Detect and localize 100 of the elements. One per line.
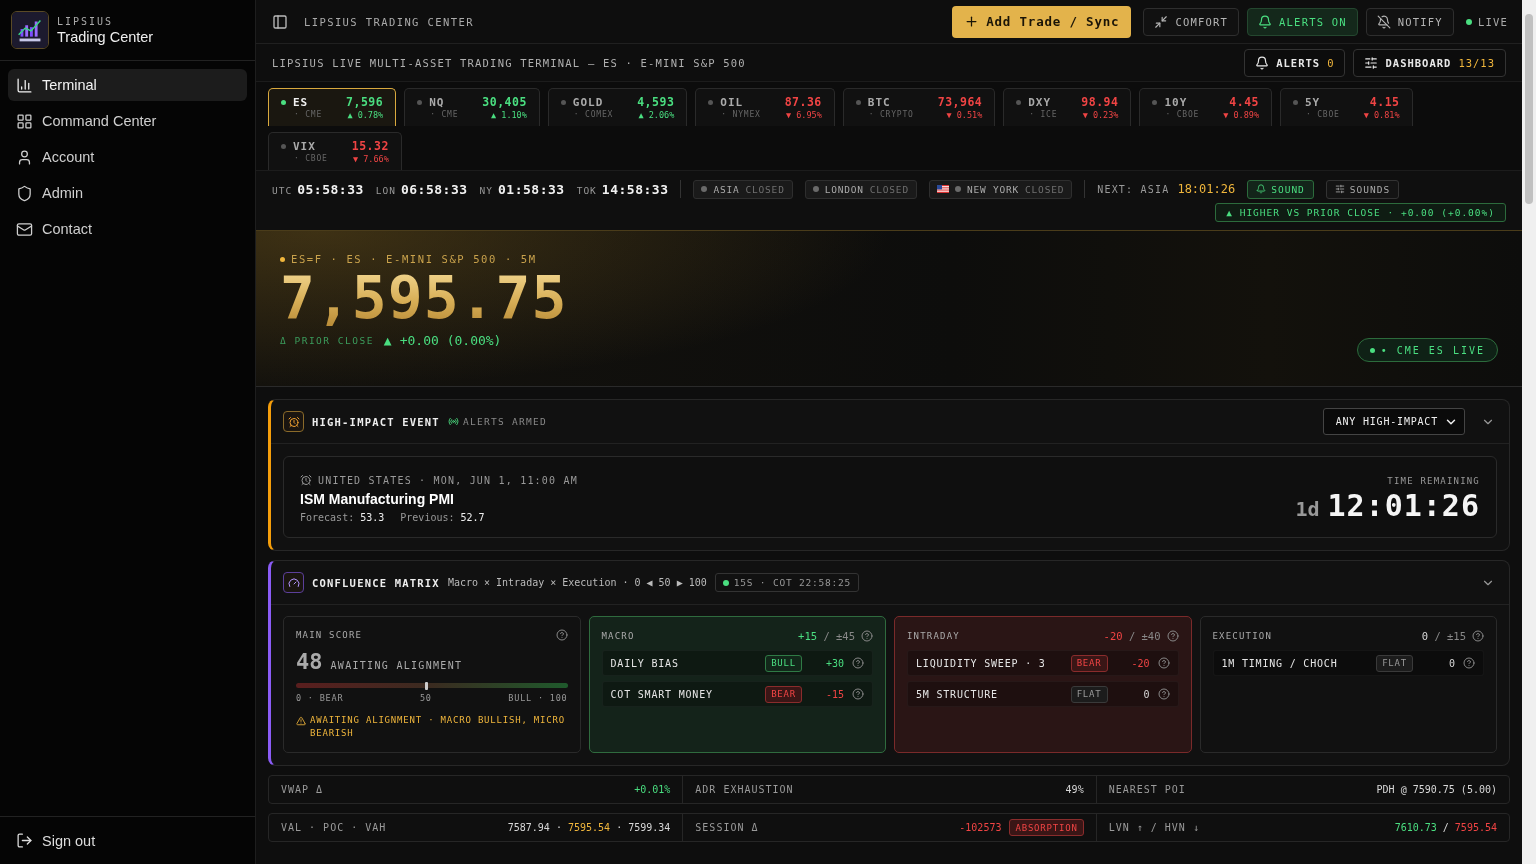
help-icon[interactable]	[852, 657, 864, 669]
nav-item[interactable]: Account	[8, 141, 247, 173]
sound-button[interactable]: SOUND	[1247, 179, 1314, 199]
help-icon[interactable]	[1463, 657, 1475, 669]
app-title: LIPSIUS TRADING CENTER	[304, 15, 475, 28]
nav-item[interactable]: Admin	[8, 177, 247, 209]
score-status: AWAITING ALIGNMENT	[330, 659, 463, 671]
toggle-button[interactable]: NOTIFY	[1365, 7, 1454, 36]
next-session-countdown: 18:01:26	[1177, 182, 1236, 196]
bias-tag: FLAT	[1376, 654, 1413, 672]
ticker-tab[interactable]: 10Y · CBOE 4.45 ▼ 0.89%	[1139, 88, 1272, 126]
metric-value: 49%	[1065, 784, 1084, 795]
help-icon[interactable]	[555, 629, 568, 642]
ticker-tab[interactable]: DXY · ICE 98.94 ▼ 0.23%	[1003, 88, 1132, 126]
ticker-tab[interactable]: OIL · NYMEX 87.36 ▼ 6.95%	[695, 88, 835, 126]
user-icon	[16, 148, 33, 166]
instrument-label: ES=F · ES · E-MINI S&P 500 · 5M	[280, 253, 568, 265]
up-arrow: ▲	[383, 333, 392, 348]
metric-label: VAL · POC · VAH	[281, 822, 388, 833]
bias-tag: BEAR	[1070, 654, 1108, 672]
bias-tag: FLAT	[1070, 685, 1108, 703]
ticker-tab[interactable]: VIX · CBOE 15.32 ▼ 7.66%	[268, 132, 402, 170]
brand-name: Trading Center	[57, 28, 154, 45]
metric-value: -102573	[959, 822, 1002, 833]
help-icon[interactable]	[1166, 630, 1179, 642]
bell-off-icon	[1376, 14, 1391, 29]
time-remaining-label: TIME REMAINING	[1387, 476, 1480, 486]
help-icon[interactable]	[1157, 688, 1170, 700]
matrix-subtitle: Macro × Intraday × Execution · 0 ◀ 50 ▶ 100	[447, 577, 707, 588]
bell-icon	[1258, 14, 1273, 29]
panel-score: +15 / ±45	[798, 630, 855, 642]
ticker-tab[interactable]: NQ · CME 30,405 ▲ 1.10%	[404, 88, 540, 126]
event-filter-dropdown[interactable]: ANY HIGH-IMPACT	[1322, 408, 1465, 435]
broadcast-icon	[447, 416, 459, 427]
panel-score: -20 / ±40	[1103, 630, 1161, 642]
dashboard-button[interactable]: DASHBOARD 13/13	[1353, 48, 1506, 77]
forecast-value: Forecast: 53.3	[300, 512, 385, 523]
nav-item[interactable]: Contact	[8, 213, 247, 245]
sliders-icon	[1364, 55, 1379, 70]
bias-tag: BULL	[765, 654, 802, 672]
alarm-icon	[283, 411, 304, 432]
alerts-button[interactable]: ALERTS 0	[1244, 48, 1346, 77]
panel-title: MAIN SCORE	[296, 630, 364, 641]
warning-icon	[296, 716, 306, 726]
world-clock: UTC 05:58:33	[272, 181, 364, 197]
scrollbar-thumb[interactable]	[1525, 14, 1533, 204]
market-session-chip: ASIA CLOSED	[693, 179, 793, 199]
toggle-button[interactable]: COMFORT	[1143, 7, 1240, 36]
plus-icon	[964, 14, 980, 29]
event-meta: UNITED STATES · MON, JUN 1, 11:00 AM	[300, 474, 578, 486]
factor-value: +30	[824, 657, 844, 669]
market-session-chip: LONDON CLOSED	[804, 179, 917, 199]
nav-item[interactable]: Command Center	[8, 105, 247, 137]
chart-icon	[16, 76, 33, 94]
sign-out-button[interactable]: Sign out	[0, 816, 255, 864]
bias-tag: BEAR	[765, 685, 802, 703]
toggle-button[interactable]: ALERTS ON	[1247, 7, 1358, 36]
factor-value: 0	[1142, 688, 1150, 700]
sidebar-toggle-icon[interactable]	[272, 13, 288, 30]
help-icon[interactable]	[861, 630, 873, 642]
help-icon[interactable]	[1157, 657, 1170, 669]
scrollbar[interactable]	[1522, 0, 1536, 864]
ticker-tab[interactable]: BTC · CRYPTO 73,964 ▼ 0.51%	[842, 88, 996, 126]
terminal-title: LIPSIUS LIVE MULTI-ASSET TRADING TERMINAL — ES · E-MINI S&P 500	[272, 56, 747, 69]
logout-icon	[16, 832, 33, 849]
ticker-tab[interactable]: GOLD · COMEX 4,593 ▲ 2.06%	[547, 88, 688, 126]
delta-label: Δ PRIOR CLOSE	[280, 335, 374, 346]
mail-icon	[16, 220, 33, 238]
alerts-armed-label: ALERTS ARMED	[447, 416, 548, 427]
panel-title: INTRADAY	[907, 631, 961, 641]
panel-title: MACRO	[601, 631, 636, 641]
factor-value: -15	[824, 688, 844, 700]
nav-item[interactable]: Terminal	[8, 69, 247, 101]
delta-value: +0.00 (0.00%)	[399, 333, 502, 348]
alarm-icon	[300, 474, 312, 486]
refresh-chip: 15S · COT 22:58:25	[714, 573, 860, 592]
event-name: ISM Manufacturing PMI	[300, 491, 455, 507]
brand-label: LIPSIUS	[57, 15, 115, 27]
bell-icon	[1256, 184, 1267, 194]
previous-value: Previous: 52.7	[400, 512, 485, 523]
minimize-icon	[1154, 14, 1169, 29]
ticker-tab[interactable]: 5Y · CBOE 4.15 ▼ 0.81%	[1280, 88, 1413, 126]
help-icon[interactable]	[1472, 630, 1484, 642]
live-status: LIVE	[1465, 15, 1508, 28]
metric-label: NEAREST POI	[1108, 784, 1187, 795]
metric-value: 7587.94 · 7595.54 · 7599.34	[507, 822, 671, 833]
factor-value: 0	[1447, 657, 1455, 669]
scale-label: 50	[419, 693, 432, 703]
help-icon[interactable]	[852, 688, 864, 700]
ticker-tab[interactable]: ES · CME 7,596 ▲ 0.78%	[268, 88, 397, 126]
sounds-button[interactable]: SOUNDS	[1325, 179, 1400, 199]
card-title: HIGH-IMPACT EVENT	[312, 415, 440, 428]
gauge-icon	[283, 572, 304, 593]
metric-label: ADR EXHAUSTION	[695, 784, 795, 795]
factor-label: DAILY BIAS	[610, 657, 680, 669]
card-title: CONFLUENCE MATRIX	[312, 576, 440, 589]
market-session-chip: NEW YORK CLOSED	[928, 179, 1073, 199]
add-trade-button[interactable]: Add Trade / Sync	[952, 5, 1132, 38]
factor-label: 5M STRUCTURE	[916, 688, 999, 700]
metric-value: 7610.73 / 7595.54	[1394, 822, 1497, 833]
